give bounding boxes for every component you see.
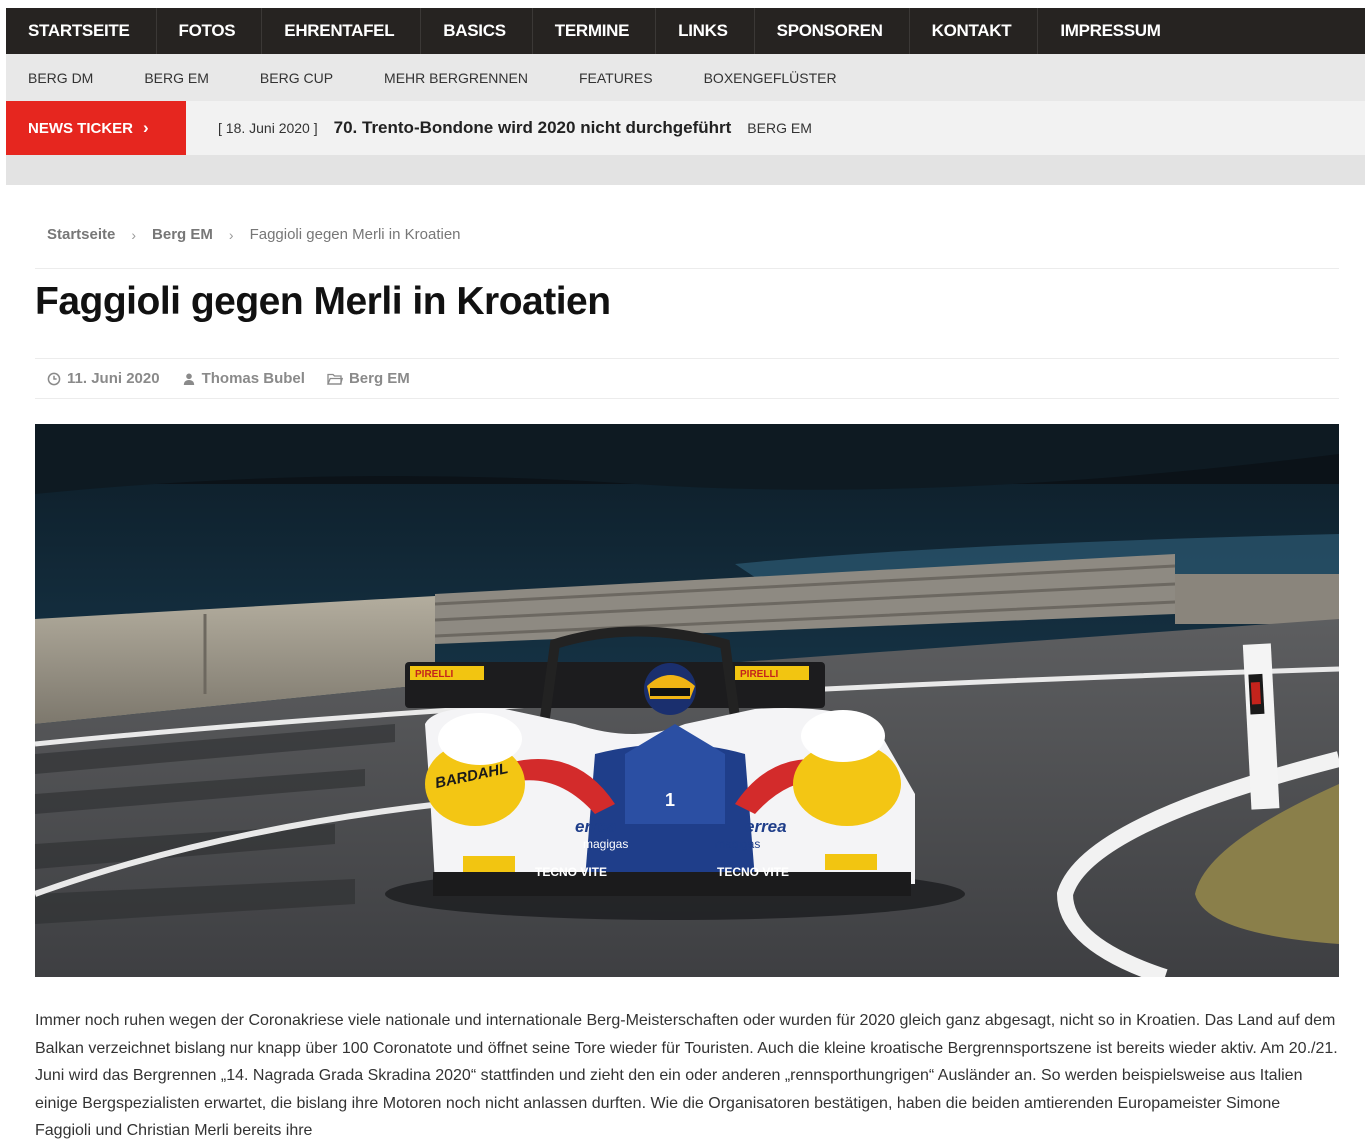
subnav-berg-em[interactable]: BERG EM [144,70,209,86]
ticker-category-link[interactable]: BERG EM [747,120,812,136]
article-body-text: Immer noch ruhen wegen der Coronakriese … [35,1012,1338,1139]
subnav-mehr-bergrennen[interactable]: MEHR BERGRENNEN [384,70,528,86]
breadcrumb-separator-icon: › [228,226,234,243]
hero-image: errea errea magigas magigas TECNO VITE T… [35,424,1339,977]
folder-icon [326,373,343,385]
breadcrumb-separator-icon: › [131,226,137,243]
nav-links[interactable]: LINKS [656,8,755,54]
hero-sponsor-pirelli-right: PIRELLI [740,669,779,680]
nav-termine[interactable]: TERMINE [533,8,657,54]
breadcrumb-category[interactable]: Berg EM [152,226,213,243]
news-ticker-label: NEWS TICKER › [6,101,186,155]
clock-icon [47,372,61,385]
breadcrumb: Startseite › Berg EM › Faggioli gegen Me… [47,226,461,243]
news-ticker-label-text: NEWS TICKER [28,119,133,137]
divider [35,268,1339,269]
divider [35,358,1339,359]
hero-car-number: 1 [665,790,675,810]
article-category[interactable]: Berg EM [326,370,410,387]
hero-sponsor-errea-right: errea [745,817,787,836]
header-spacer [6,155,1365,185]
nav-fotos[interactable]: FOTOS [157,8,263,54]
page-title: Faggioli gegen Merli in Kroatien [35,280,611,323]
nav-kontakt[interactable]: KONTAKT [910,8,1039,54]
chevron-right-icon: › [143,118,149,137]
article-category-text: Berg EM [348,370,410,387]
hero-sponsor-magigas: magigas [583,837,628,851]
article-author[interactable]: Thomas Bubel [182,370,305,387]
article-date[interactable]: 11. Juni 2020 [47,370,160,387]
news-ticker: NEWS TICKER › [ 18. Juni 2020 ] 70. Tren… [6,101,1365,155]
nav-startseite[interactable]: STARTSEITE [6,8,157,54]
ticker-headline-link[interactable]: 70. Trento-Bondone wird 2020 nicht durch… [334,118,732,138]
article-author-text: Thomas Bubel [201,370,305,387]
breadcrumb-home[interactable]: Startseite [47,226,115,243]
article-date-text: 11. Juni 2020 [67,370,160,387]
nav-sponsoren[interactable]: SPONSOREN [755,8,910,54]
breadcrumb-current: Faggioli gegen Merli in Kroatien [249,226,461,243]
main-navigation: STARTSEITE FOTOS EHRENTAFEL BASICS TERMI… [6,8,1365,54]
divider [35,398,1339,399]
hero-sponsor-pirelli: PIRELLI [415,669,454,680]
subnav-boxengefluester[interactable]: BOXENGEFLÜSTER [704,70,837,86]
article-meta: 11. Juni 2020 Thomas Bubel Berg EM [47,370,432,387]
subnav-features[interactable]: FEATURES [579,70,653,86]
nav-ehrentafel[interactable]: EHRENTAFEL [262,8,422,54]
hero-sponsor-tecnovite: TECNO VITE [535,865,607,879]
race-car-photo: errea errea magigas magigas TECNO VITE T… [35,424,1339,977]
user-icon [183,373,194,385]
subnav-berg-cup[interactable]: BERG CUP [260,70,333,86]
hero-sponsor-errea: errea [575,817,617,836]
ticker-date: [ 18. Juni 2020 ] [218,120,318,136]
hero-sponsor-tecnovite-right: TECNO VITE [717,865,789,879]
hero-sponsor-magigas-right: magigas [715,837,760,851]
subnav-berg-dm[interactable]: BERG DM [28,70,93,86]
page: STARTSEITE FOTOS EHRENTAFEL BASICS TERMI… [6,8,1365,1139]
nav-basics[interactable]: BASICS [421,8,533,54]
sub-navigation: BERG DM BERG EM BERG CUP MEHR BERGRENNEN… [6,54,1365,101]
nav-impressum[interactable]: IMPRESSUM [1038,8,1186,54]
